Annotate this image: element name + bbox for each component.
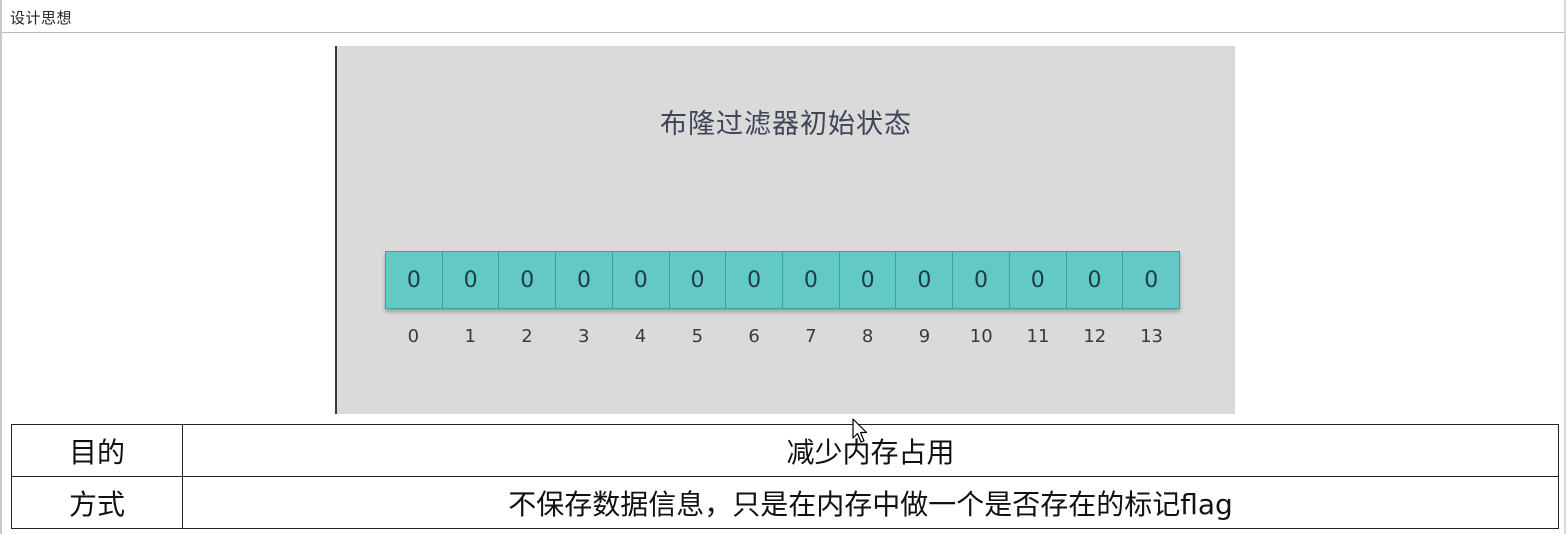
bit-cell: 0: [895, 251, 953, 309]
bit-cell: 0: [838, 251, 896, 309]
bit-index-label: 4: [634, 326, 647, 347]
bit-index-row: 0 1 2 3 4 5 6 7 8 9 10 11 12 13: [385, 326, 1180, 347]
bit-index-label: 1: [464, 326, 476, 347]
bit-index-label: 8: [861, 326, 874, 347]
mouse-cursor-icon: [852, 418, 868, 443]
row-label-purpose: 目的: [11, 424, 183, 477]
bit-cell: 0: [1008, 251, 1066, 309]
bit-cell: 0: [385, 251, 442, 309]
section-header: 设计思想: [2, 0, 1564, 33]
diagram-title: 布隆过滤器初始状态: [660, 109, 912, 140]
bit-index-label: 9: [918, 326, 931, 347]
bit-cell: 0: [952, 251, 1009, 309]
document-window: 设计思想 布隆过滤器初始状态 0 0 0 0 0 0 0 0 0 0 0 0 0…: [0, 0, 1566, 534]
row-value-purpose: 减少内存占用: [182, 424, 1559, 477]
bit-index-label: 3: [578, 326, 590, 347]
bit-cell: 0: [1065, 251, 1123, 309]
table-row: 目的 减少内存占用: [11, 424, 1559, 477]
section-title: 设计思想: [10, 9, 73, 27]
bit-index-label: 5: [691, 326, 704, 347]
bit-index-label: 2: [521, 326, 533, 347]
bit-index-label: 6: [748, 326, 760, 347]
bloom-filter-diagram: 布隆过滤器初始状态 0 0 0 0 0 0 0 0 0 0 0 0 0 0 0 …: [335, 46, 1235, 414]
bit-index-label: 11: [1026, 326, 1050, 347]
bit-cell: 0: [725, 251, 783, 309]
row-value-method: 不保存数据信息，只是在内存中做一个是否存在的标记flag: [182, 476, 1559, 529]
bit-cell: 0: [668, 251, 726, 309]
bit-array: 0 0 0 0 0 0 0 0 0 0 0 0 0 0: [385, 251, 1181, 309]
table-row: 方式 不保存数据信息，只是在内存中做一个是否存在的标记flag: [11, 476, 1559, 529]
bit-index-label: 7: [805, 326, 817, 347]
bit-index-label: 13: [1140, 326, 1163, 347]
row-label-method: 方式: [11, 476, 183, 529]
bit-index-label: 12: [1083, 326, 1107, 347]
bit-cell: 0: [611, 251, 669, 309]
bit-cell: 0: [441, 251, 499, 309]
bit-cell: 0: [498, 251, 556, 309]
bit-cell: 0: [782, 251, 839, 309]
bit-cell: 0: [555, 251, 612, 309]
bit-cell: 0: [1122, 251, 1181, 309]
bit-index-label: 10: [969, 326, 993, 347]
info-table: 目的 减少内存占用 方式 不保存数据信息，只是在内存中做一个是否存在的标记fla…: [11, 424, 1559, 529]
bit-index-label: 0: [407, 326, 420, 347]
